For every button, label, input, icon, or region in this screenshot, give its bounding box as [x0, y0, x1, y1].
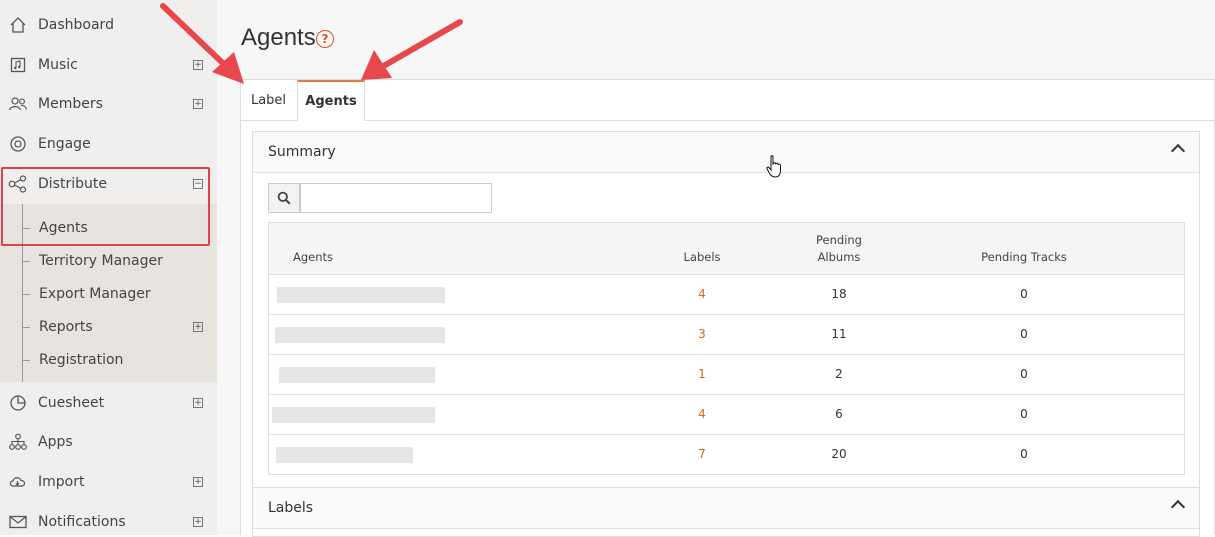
redacted-agent-name [275, 327, 445, 343]
submenu-label: Export Manager [39, 286, 151, 302]
submenu-label: Registration [39, 352, 124, 368]
main-content: Agents ? Label Agents Summary Agents Lab… [217, 0, 1215, 537]
redacted-agent-name [279, 367, 435, 383]
pending-albums-value: 20 [831, 447, 847, 461]
labels-count-link[interactable]: 3 [669, 327, 735, 341]
nav-item-dashboard[interactable]: Dashboard [0, 7, 217, 43]
tree-tick [22, 293, 30, 295]
nav-item-music[interactable]: Music + [0, 47, 217, 83]
column-header-pending-albums-line1[interactable]: Pending [799, 233, 879, 247]
sidebar: Dashboard Music + Members + Engage Distr… [0, 0, 217, 535]
labels-count-link[interactable]: 4 [669, 407, 735, 421]
nav-label: Dashboard [38, 17, 114, 33]
submenu-label: Territory Manager [39, 253, 163, 269]
submenu-item-export-manager[interactable]: Export Manager [0, 279, 217, 309]
table-header: Agents Labels Pending Albums Pending Tra… [269, 223, 1184, 275]
labels-count-link[interactable]: 7 [669, 447, 735, 461]
pending-albums-value: 6 [835, 407, 843, 421]
nav-label: Music [38, 57, 78, 73]
expand-icon[interactable]: + [193, 517, 203, 527]
table-row[interactable]: 4 18 0 [269, 275, 1184, 315]
labels-count-link[interactable]: 1 [669, 367, 735, 381]
expand-icon[interactable]: + [193, 99, 203, 109]
tab-label[interactable]: Label [241, 80, 296, 120]
search-icon [277, 191, 291, 205]
panel-title: Summary [268, 144, 336, 160]
submenu-item-reports[interactable]: Reports + [0, 312, 217, 342]
pending-albums-value: 18 [831, 287, 847, 301]
labels-panel: Labels [252, 487, 1200, 537]
search-input[interactable] [300, 183, 492, 213]
column-header-pending-tracks[interactable]: Pending Tracks [959, 250, 1089, 264]
pending-tracks-value: 0 [1020, 447, 1028, 461]
annotation-highlight-box [1, 167, 210, 246]
search-button[interactable] [268, 183, 300, 213]
nav-label: Members [38, 96, 103, 112]
panel-title: Labels [268, 500, 314, 516]
page-title: Agents [241, 24, 316, 51]
table-row[interactable]: 4 6 0 [269, 395, 1184, 435]
expand-icon[interactable]: + [193, 398, 203, 408]
pending-tracks-value: 0 [1020, 287, 1028, 301]
tree-tick [22, 326, 30, 328]
redacted-agent-name [277, 287, 445, 303]
cloud-import-icon [8, 472, 28, 492]
nav-label: Cuesheet [38, 395, 105, 411]
submenu-item-territory-manager[interactable]: Territory Manager [0, 246, 217, 276]
pending-tracks-value: 0 [1020, 367, 1028, 381]
submenu-label: Reports [39, 319, 93, 335]
nav-label: Import [38, 474, 85, 490]
pending-albums-value: 2 [835, 367, 843, 381]
summary-panel: Summary Agents Labels Pending Albums Pen… [252, 131, 1200, 488]
agents-table: Agents Labels Pending Albums Pending Tra… [268, 222, 1185, 475]
music-icon [8, 55, 28, 75]
nav-item-notifications[interactable]: Notifications + [0, 504, 217, 535]
expand-icon[interactable]: + [193, 60, 203, 70]
redacted-agent-name [272, 407, 435, 423]
nav-label: Engage [38, 136, 91, 152]
chevron-up-icon[interactable] [1170, 499, 1186, 515]
chevron-up-icon[interactable] [1170, 143, 1186, 159]
pending-tracks-value: 0 [1020, 407, 1028, 421]
nav-label: Apps [38, 434, 73, 450]
nav-item-members[interactable]: Members + [0, 86, 217, 122]
engage-icon [8, 134, 28, 154]
tree-tick [22, 260, 30, 262]
tree-tick [22, 359, 30, 361]
nav-label: Notifications [38, 514, 126, 530]
nav-item-engage[interactable]: Engage [0, 126, 217, 162]
apps-icon [8, 432, 28, 452]
home-icon [8, 15, 28, 35]
column-header-agents[interactable]: Agents [293, 250, 333, 264]
members-icon [8, 94, 28, 114]
expand-icon[interactable]: + [193, 477, 203, 487]
pending-tracks-value: 0 [1020, 327, 1028, 341]
column-header-pending-albums-line2[interactable]: Albums [799, 250, 879, 264]
table-row[interactable]: 7 20 0 [269, 435, 1184, 474]
nav-item-import[interactable]: Import + [0, 464, 217, 500]
expand-icon[interactable]: + [193, 322, 203, 332]
nav-item-cuesheet[interactable]: Cuesheet + [0, 385, 217, 421]
tab-agents[interactable]: Agents [297, 80, 365, 121]
tab-bar: Label Agents [241, 80, 1214, 121]
table-row[interactable]: 3 11 0 [269, 315, 1184, 355]
pending-albums-value: 11 [831, 327, 847, 341]
submenu-item-registration[interactable]: Registration [0, 345, 217, 375]
column-header-labels[interactable]: Labels [669, 250, 735, 264]
hand-cursor-icon [766, 155, 782, 183]
mail-icon [8, 512, 28, 532]
table-row[interactable]: 1 2 0 [269, 355, 1184, 395]
nav-item-apps[interactable]: Apps [0, 424, 217, 460]
labels-count-link[interactable]: 4 [669, 287, 735, 301]
pie-chart-icon [8, 393, 28, 413]
labels-panel-header[interactable]: Labels [253, 488, 1199, 529]
summary-panel-header[interactable]: Summary [253, 132, 1199, 173]
redacted-agent-name [276, 447, 413, 463]
tabs-container: Label Agents Summary Agents Labels Pendi… [240, 79, 1215, 537]
help-icon[interactable]: ? [316, 30, 334, 48]
